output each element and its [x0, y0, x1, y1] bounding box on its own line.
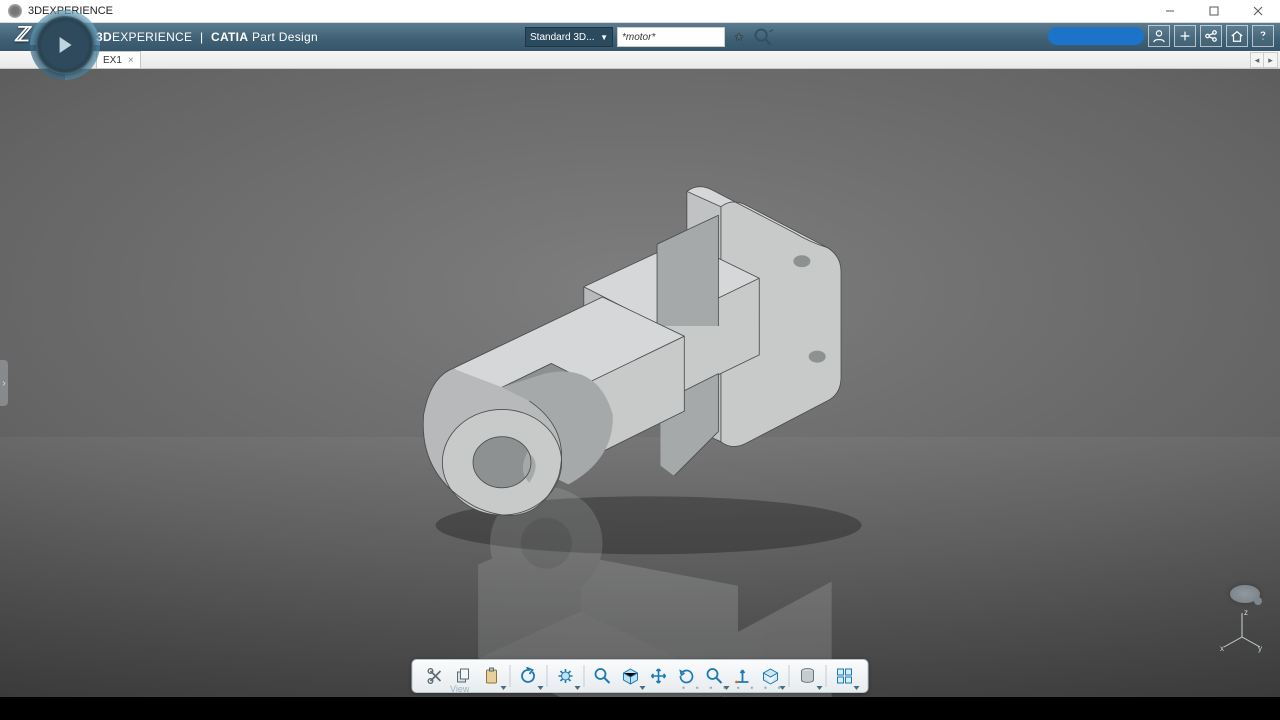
svg-text:y: y — [1258, 644, 1262, 653]
windows-taskbar — [0, 697, 1280, 720]
copy-button[interactable] — [451, 663, 477, 689]
brand-label: 3DEXPERIENCE | CATIA Part Design — [96, 30, 318, 44]
viewmode-button[interactable] — [618, 663, 644, 689]
svg-text:z: z — [1244, 608, 1248, 617]
part-model — [360, 159, 920, 619]
tab-next-button[interactable]: ▸ — [1264, 52, 1278, 68]
iso-button[interactable] — [758, 663, 784, 689]
share-button[interactable] — [1200, 25, 1222, 47]
separator — [584, 665, 585, 687]
search-scope-combo[interactable]: Standard 3D...▼ — [525, 27, 613, 47]
add-button[interactable] — [1174, 25, 1196, 47]
separator — [826, 665, 827, 687]
help-button[interactable] — [1252, 25, 1274, 47]
profile-button[interactable] — [1148, 25, 1170, 47]
play-icon — [60, 37, 72, 53]
cut-button[interactable] — [423, 663, 449, 689]
undo-button[interactable] — [516, 663, 542, 689]
paste-button[interactable] — [479, 663, 505, 689]
render-button[interactable] — [795, 663, 821, 689]
zoomin-button[interactable] — [702, 663, 728, 689]
search-input[interactable] — [617, 27, 725, 47]
favorite-icon[interactable]: ✩ — [729, 27, 749, 47]
window-close-button[interactable] — [1236, 0, 1280, 23]
separator — [510, 665, 511, 687]
document-tabstrip: EX1 × ◂ ▸ — [0, 51, 1280, 69]
command-bar: View • • • • • • • • — [412, 659, 869, 693]
app-icon — [8, 4, 22, 18]
update-button[interactable] — [553, 663, 579, 689]
separator — [547, 665, 548, 687]
search-area: Standard 3D...▼ ✩ — [525, 25, 773, 49]
tab-prev-button[interactable]: ◂ — [1250, 52, 1264, 68]
search-icon[interactable] — [753, 27, 773, 47]
window-titlebar: 3DEXPERIENCE — [0, 0, 1280, 23]
normal-button[interactable] — [730, 663, 756, 689]
grid-button[interactable] — [832, 663, 858, 689]
pan-button[interactable] — [646, 663, 672, 689]
rotate-button[interactable] — [674, 663, 700, 689]
tab-close-icon[interactable]: × — [128, 55, 134, 66]
tab-label: EX1 — [103, 55, 122, 66]
app-header: 3DEXPERIENCE | CATIA Part Design Standar… — [0, 23, 1280, 51]
window-minimize-button[interactable] — [1148, 0, 1192, 23]
zoom-button[interactable] — [590, 663, 616, 689]
spec-tree-expander[interactable] — [0, 360, 8, 406]
view-cloud-icon[interactable] — [1230, 585, 1260, 603]
axis-gizmo[interactable]: z x y — [1218, 607, 1266, 655]
tab-ex1[interactable]: EX1 × — [96, 51, 141, 68]
window-maximize-button[interactable] — [1192, 0, 1236, 23]
separator — [789, 665, 790, 687]
ds-logo-icon: ℤ — [14, 22, 29, 47]
compass-widget[interactable]: ℤ — [36, 16, 94, 74]
viewport-3d[interactable]: z x y View • • • • • • • • — [0, 69, 1280, 697]
user-name-redacted — [1048, 27, 1144, 45]
home-button[interactable] — [1226, 25, 1248, 47]
svg-text:x: x — [1220, 644, 1224, 653]
